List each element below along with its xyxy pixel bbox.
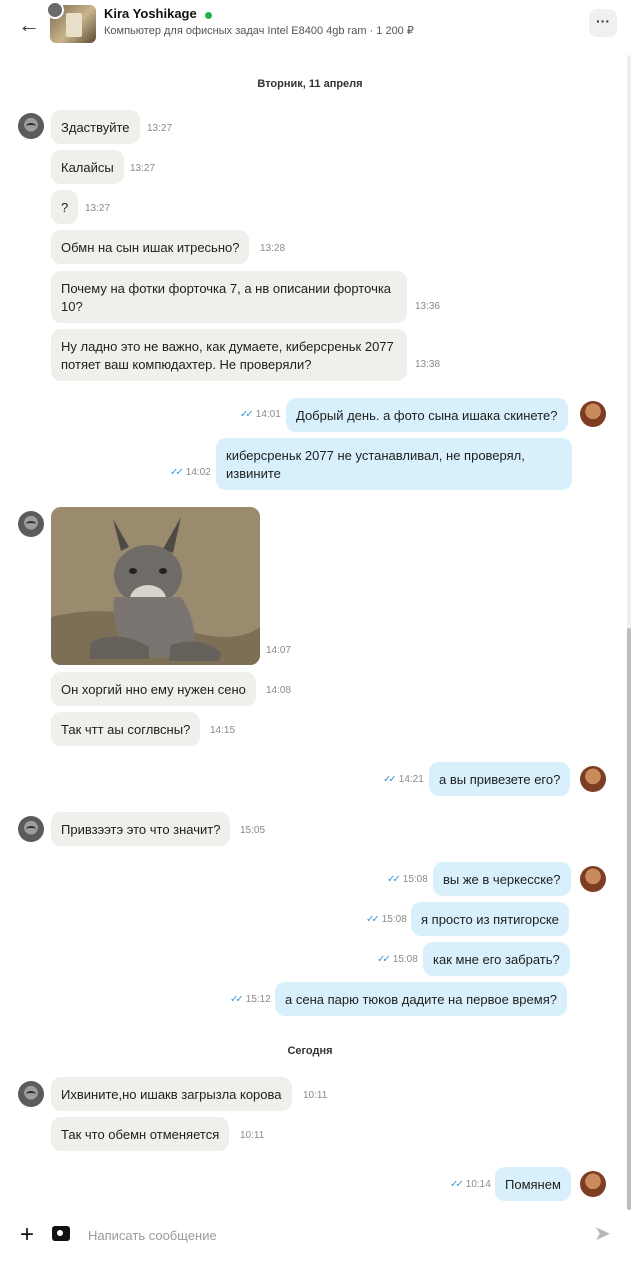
message-time: ✓✓ 14:02 (170, 467, 211, 478)
camera-icon[interactable] (52, 1226, 70, 1241)
message-time: ✓✓ 14:01 (240, 409, 281, 420)
message-bubble[interactable]: Калайсы (51, 150, 124, 184)
message-bubble[interactable]: как мне его забрать? (423, 942, 570, 976)
my-avatar[interactable] (580, 766, 606, 792)
message-bubble[interactable]: Помянем (495, 1167, 571, 1201)
read-ticks-icon: ✓✓ (383, 774, 397, 785)
online-status-icon (205, 12, 212, 19)
message-text: как мне его забрать? (433, 952, 560, 967)
seller-avatar[interactable] (18, 1081, 44, 1107)
chat-header: ← Kira Yoshikage Компьютер для офисных з… (0, 0, 640, 50)
message-time: 10:11 (240, 1130, 265, 1141)
message-bubble[interactable]: а сена парю тюков дадите на первое время… (275, 982, 567, 1016)
message-bubble[interactable]: вы же в черкесске? (433, 862, 571, 896)
message-bubble[interactable]: Он хоргий нно ему нужен сено (51, 672, 256, 706)
message-time: ✓✓ 15:08 (387, 874, 428, 885)
message-bubble[interactable]: Обмн на сын ишак итресьно? (51, 230, 250, 264)
plus-icon[interactable]: + (20, 1220, 34, 1250)
message-time: 13:28 (260, 243, 286, 254)
message-bubble[interactable]: Ихвините,но ишакв загрызла корова (51, 1077, 292, 1111)
message-time-value: 10:14 (465, 1179, 491, 1190)
message-text: Так что обемн отменяется (61, 1127, 220, 1142)
message-time: 10:11 (303, 1090, 328, 1101)
message-time: ✓✓ 15:08 (366, 914, 407, 925)
message-bubble[interactable]: Ну ладно это не важно, как думаете, кибе… (51, 329, 407, 381)
message-text: ? (61, 200, 69, 215)
message-text: Он хоргий нно ему нужен сено (61, 682, 246, 697)
message-text: Почему на фотки форточка 7, а нв описани… (61, 281, 392, 314)
read-ticks-icon: ✓✓ (387, 874, 401, 885)
message-time-value: 15:12 (245, 994, 271, 1005)
message-input[interactable] (88, 1223, 568, 1247)
message-text: Привзээтэ это что значит? (61, 822, 221, 837)
read-ticks-icon: ✓✓ (230, 994, 244, 1005)
message-time: 13:38 (415, 359, 441, 370)
message-time: ✓✓ 15:08 (377, 954, 418, 965)
message-bubble[interactable]: я просто из пятигорске (411, 902, 569, 936)
message-text: Ихвините,но ишакв загрызла корова (61, 1087, 282, 1102)
message-text: Калайсы (61, 160, 114, 175)
date-separator: Вторник, 11 апреля (257, 78, 363, 90)
message-text: Ну ладно это не важно, как думаете, кибе… (61, 339, 394, 372)
message-time-value: 14:21 (398, 774, 424, 785)
message-text: Здаствуйте (61, 120, 130, 135)
back-arrow-icon[interactable]: ← (16, 12, 42, 38)
read-ticks-icon: ✓✓ (366, 914, 380, 925)
message-time: 13:27 (85, 203, 111, 214)
message-time: 13:27 (147, 123, 173, 134)
date-separator: Сегодня (287, 1045, 333, 1057)
message-text: я просто из пятигорске (421, 912, 559, 927)
message-bubble[interactable]: Здаствуйте (51, 110, 140, 144)
message-time-value: 15:08 (381, 914, 407, 925)
message-time-value: 15:08 (392, 954, 418, 965)
read-ticks-icon: ✓✓ (240, 409, 254, 420)
contact-name[interactable]: Kira Yoshikage (104, 6, 197, 21)
message-time-value: 14:02 (185, 467, 211, 478)
message-text: киберсреньк 2077 не устанавливал, не про… (226, 448, 525, 481)
message-composer: + ➤ (0, 1218, 640, 1261)
message-bubble[interactable]: Почему на фотки форточка 7, а нв описани… (51, 271, 407, 323)
read-ticks-icon: ✓✓ (377, 954, 391, 965)
donkey-photo-image[interactable] (51, 507, 260, 665)
message-bubble[interactable]: а вы привезете его? (429, 762, 571, 796)
message-time-value: 14:01 (255, 409, 281, 420)
message-bubble[interactable]: киберсреньк 2077 не устанавливал, не про… (216, 438, 572, 490)
message-bubble[interactable]: ? (51, 190, 79, 224)
message-time: ✓✓ 10:14 (450, 1179, 491, 1190)
message-time: 14:15 (210, 725, 236, 736)
seller-avatar[interactable] (18, 113, 44, 139)
product-title[interactable]: Компьютер для офисных задач Intel E8400 … (104, 24, 414, 37)
message-text: Помянем (505, 1177, 561, 1192)
send-icon[interactable]: ➤ (594, 1223, 611, 1245)
message-time-value: 15:08 (402, 874, 428, 885)
message-bubble[interactable]: Добрый день. а фото сына ишака скинете? (286, 398, 568, 432)
message-text: Добрый день. а фото сына ишака скинете? (296, 408, 558, 423)
message-text: Обмн на сын ишак итресьно? (61, 240, 240, 255)
message-time: ✓✓ 14:21 (383, 774, 424, 785)
message-text: а вы привезете его? (439, 772, 561, 787)
message-text: а сена парю тюков дадите на первое время… (285, 992, 557, 1007)
message-bubble[interactable]: Привзээтэ это что значит? (51, 812, 231, 846)
message-time: 14:07 (266, 645, 292, 656)
message-text: вы же в черкесске? (443, 872, 561, 887)
message-time: 14:08 (266, 685, 292, 696)
seller-avatar[interactable] (18, 511, 44, 537)
contact-avatar (46, 1, 64, 19)
read-ticks-icon: ✓✓ (450, 1179, 464, 1190)
my-avatar[interactable] (580, 866, 606, 892)
my-avatar[interactable] (580, 1171, 606, 1197)
message-time: ✓✓ 15:12 (230, 994, 271, 1005)
more-options-button[interactable]: ··· (589, 9, 617, 37)
seller-avatar[interactable] (18, 816, 44, 842)
message-time: 15:05 (240, 825, 266, 836)
message-bubble[interactable]: Так чтт аы соглвсны? (51, 712, 201, 746)
read-ticks-icon: ✓✓ (170, 467, 184, 478)
message-time: 13:27 (130, 163, 156, 174)
message-bubble[interactable]: Так что обемн отменяется (51, 1117, 230, 1151)
scrollbar-thumb[interactable] (627, 628, 631, 1210)
message-text: Так чтт аы соглвсны? (61, 722, 191, 737)
my-avatar[interactable] (580, 401, 606, 427)
message-time: 13:36 (415, 301, 441, 312)
